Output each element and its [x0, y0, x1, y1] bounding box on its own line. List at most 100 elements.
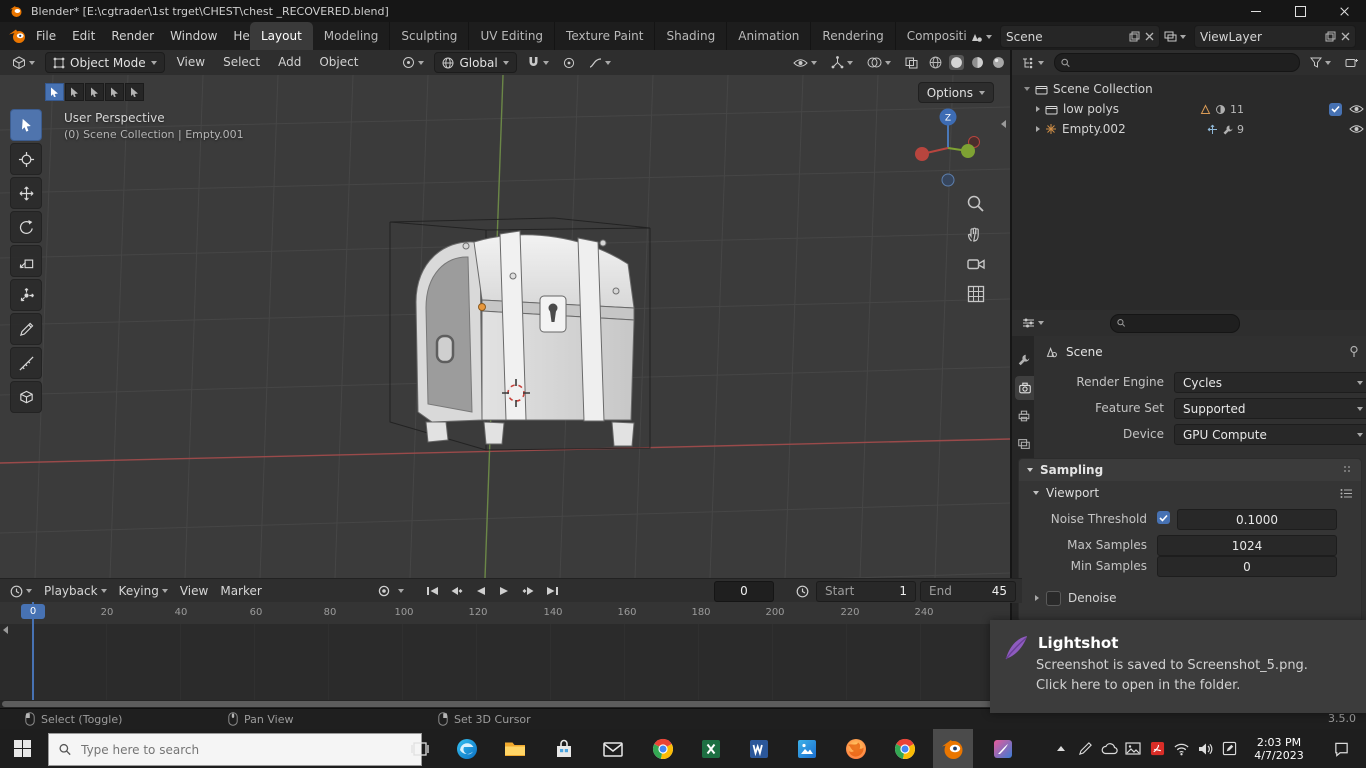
- browse-viewlayer-button[interactable]: [1160, 27, 1190, 47]
- expander-icon[interactable]: [1024, 87, 1030, 91]
- tab-view-layer[interactable]: [1014, 432, 1034, 456]
- tray-network-icon[interactable]: [1170, 729, 1192, 768]
- lightshot-notification[interactable]: Lightshot Screenshot is saved to Screens…: [990, 620, 1366, 713]
- viewport-subsection-header[interactable]: Viewport: [1019, 481, 1361, 505]
- gizmo-axis-y[interactable]: [961, 144, 975, 158]
- menu-view[interactable]: View: [171, 50, 211, 75]
- menu-select[interactable]: Select: [217, 50, 266, 75]
- select-mode-new[interactable]: [45, 83, 64, 101]
- xray-toggle-button[interactable]: [901, 53, 922, 73]
- outliner-row-low-polys[interactable]: low polys 11: [1012, 99, 1366, 119]
- editor-type-button[interactable]: [8, 53, 39, 73]
- tool-transform[interactable]: [10, 279, 42, 311]
- pin-icon[interactable]: [1348, 345, 1360, 358]
- close-button[interactable]: [1322, 0, 1366, 22]
- notification-line2[interactable]: Click here to open in the folder.: [1036, 678, 1240, 693]
- denoise-subsection[interactable]: Denoise: [1019, 587, 1366, 609]
- unlink-scene-icon[interactable]: [1145, 32, 1154, 41]
- use-preview-range-button[interactable]: [792, 582, 812, 600]
- orientation-dropdown[interactable]: Global: [434, 52, 517, 73]
- tool-scale[interactable]: [10, 245, 42, 277]
- select-mode-extend[interactable]: [65, 83, 84, 101]
- navigation-gizmo[interactable]: Z: [905, 103, 991, 189]
- action-center-button[interactable]: [1326, 729, 1356, 768]
- taskbar-mail[interactable]: [593, 729, 633, 768]
- min-samples-field[interactable]: 0: [1157, 556, 1337, 577]
- view-menu[interactable]: View: [176, 581, 212, 601]
- menu-window[interactable]: Window: [162, 22, 225, 50]
- taskbar-store[interactable]: [544, 729, 584, 768]
- menu-add[interactable]: Add: [272, 50, 307, 75]
- outliner-search-input[interactable]: [1074, 55, 1293, 70]
- tray-ink-icon[interactable]: [1218, 729, 1240, 768]
- denoise-checkbox[interactable]: [1046, 590, 1061, 606]
- keying-menu[interactable]: Keying: [115, 581, 172, 601]
- taskbar-chrome[interactable]: [643, 729, 683, 768]
- noise-threshold-checkbox[interactable]: [1157, 511, 1170, 524]
- tab-compositing[interactable]: Compositing: [896, 22, 966, 50]
- properties-editor-type-button[interactable]: [1018, 313, 1048, 333]
- tray-acrobat-icon[interactable]: [1146, 729, 1168, 768]
- tray-show-hidden[interactable]: [1050, 729, 1072, 768]
- tool-move[interactable]: [10, 177, 42, 209]
- tab-render[interactable]: [1015, 376, 1034, 400]
- tab-rendering[interactable]: Rendering: [811, 22, 896, 50]
- outliner-search[interactable]: [1054, 53, 1300, 72]
- proportional-falloff-button[interactable]: [585, 53, 615, 73]
- menu-object[interactable]: Object: [313, 50, 364, 75]
- outliner-row-scene-collection[interactable]: Scene Collection: [1012, 79, 1366, 99]
- select-mode-intersect[interactable]: [125, 83, 144, 101]
- tab-sculpting[interactable]: Sculpting: [390, 22, 470, 50]
- task-view-button[interactable]: [400, 729, 440, 768]
- tab-tool[interactable]: [1014, 348, 1034, 372]
- taskbar-word[interactable]: [739, 729, 779, 768]
- panel-grip-icon[interactable]: [1343, 465, 1353, 475]
- shading-rendered-button[interactable]: [991, 55, 1006, 70]
- taskbar-paint-app[interactable]: [983, 729, 1023, 768]
- taskbar-search-input[interactable]: [79, 741, 411, 758]
- tab-shading[interactable]: Shading: [655, 22, 728, 50]
- timeline-editor-type-button[interactable]: [6, 581, 36, 601]
- chest-model[interactable]: [388, 216, 660, 456]
- taskbar-search[interactable]: [48, 733, 422, 766]
- max-samples-field[interactable]: 1024: [1157, 535, 1337, 556]
- channels-collapse-arrow[interactable]: [3, 626, 8, 634]
- zoom-icon[interactable]: [966, 194, 986, 214]
- collection-checkbox[interactable]: [1329, 102, 1342, 116]
- taskbar-firefox[interactable]: [836, 729, 876, 768]
- shading-material-button[interactable]: [970, 55, 985, 70]
- select-mode-invert[interactable]: [105, 83, 124, 101]
- auto-keying-button[interactable]: [374, 582, 394, 600]
- taskbar-browser-2[interactable]: [885, 729, 925, 768]
- start-button[interactable]: [2, 729, 42, 768]
- keying-popover-chevron[interactable]: [398, 589, 404, 593]
- menu-edit[interactable]: Edit: [64, 22, 103, 50]
- tool-rotate[interactable]: [10, 211, 42, 243]
- jump-to-start-button[interactable]: [422, 582, 442, 600]
- tab-output[interactable]: [1014, 404, 1034, 428]
- tab-animation[interactable]: Animation: [727, 22, 812, 50]
- taskbar-photos[interactable]: [787, 729, 827, 768]
- tray-photo-icon[interactable]: [1122, 729, 1144, 768]
- mode-dropdown[interactable]: Object Mode: [45, 52, 165, 73]
- new-viewlayer-icon[interactable]: [1325, 31, 1336, 42]
- properties-search-input[interactable]: [1129, 315, 1233, 331]
- jump-to-end-button[interactable]: [542, 582, 562, 600]
- object-types-visibility-button[interactable]: [789, 53, 821, 73]
- new-collection-button[interactable]: [1341, 53, 1362, 73]
- tab-layout[interactable]: Layout: [250, 22, 313, 50]
- play-reverse-button[interactable]: [470, 582, 490, 600]
- overlays-toggle-button[interactable]: [863, 53, 895, 73]
- render-engine-dropdown[interactable]: Cycles: [1174, 372, 1366, 393]
- outliner-editor-type-button[interactable]: [1018, 53, 1048, 73]
- play-button[interactable]: [494, 582, 514, 600]
- camera-view-icon[interactable]: [966, 254, 986, 274]
- taskbar-excel[interactable]: [691, 729, 731, 768]
- snap-toggle[interactable]: [523, 53, 553, 73]
- outliner-filter-button[interactable]: [1306, 53, 1335, 73]
- new-scene-icon[interactable]: [1129, 31, 1140, 42]
- feature-set-dropdown[interactable]: Supported: [1174, 398, 1366, 419]
- hide-viewport-toggle[interactable]: [1349, 124, 1364, 134]
- current-frame-field[interactable]: 0: [714, 580, 774, 602]
- frame-end-field[interactable]: End 45: [920, 580, 1016, 602]
